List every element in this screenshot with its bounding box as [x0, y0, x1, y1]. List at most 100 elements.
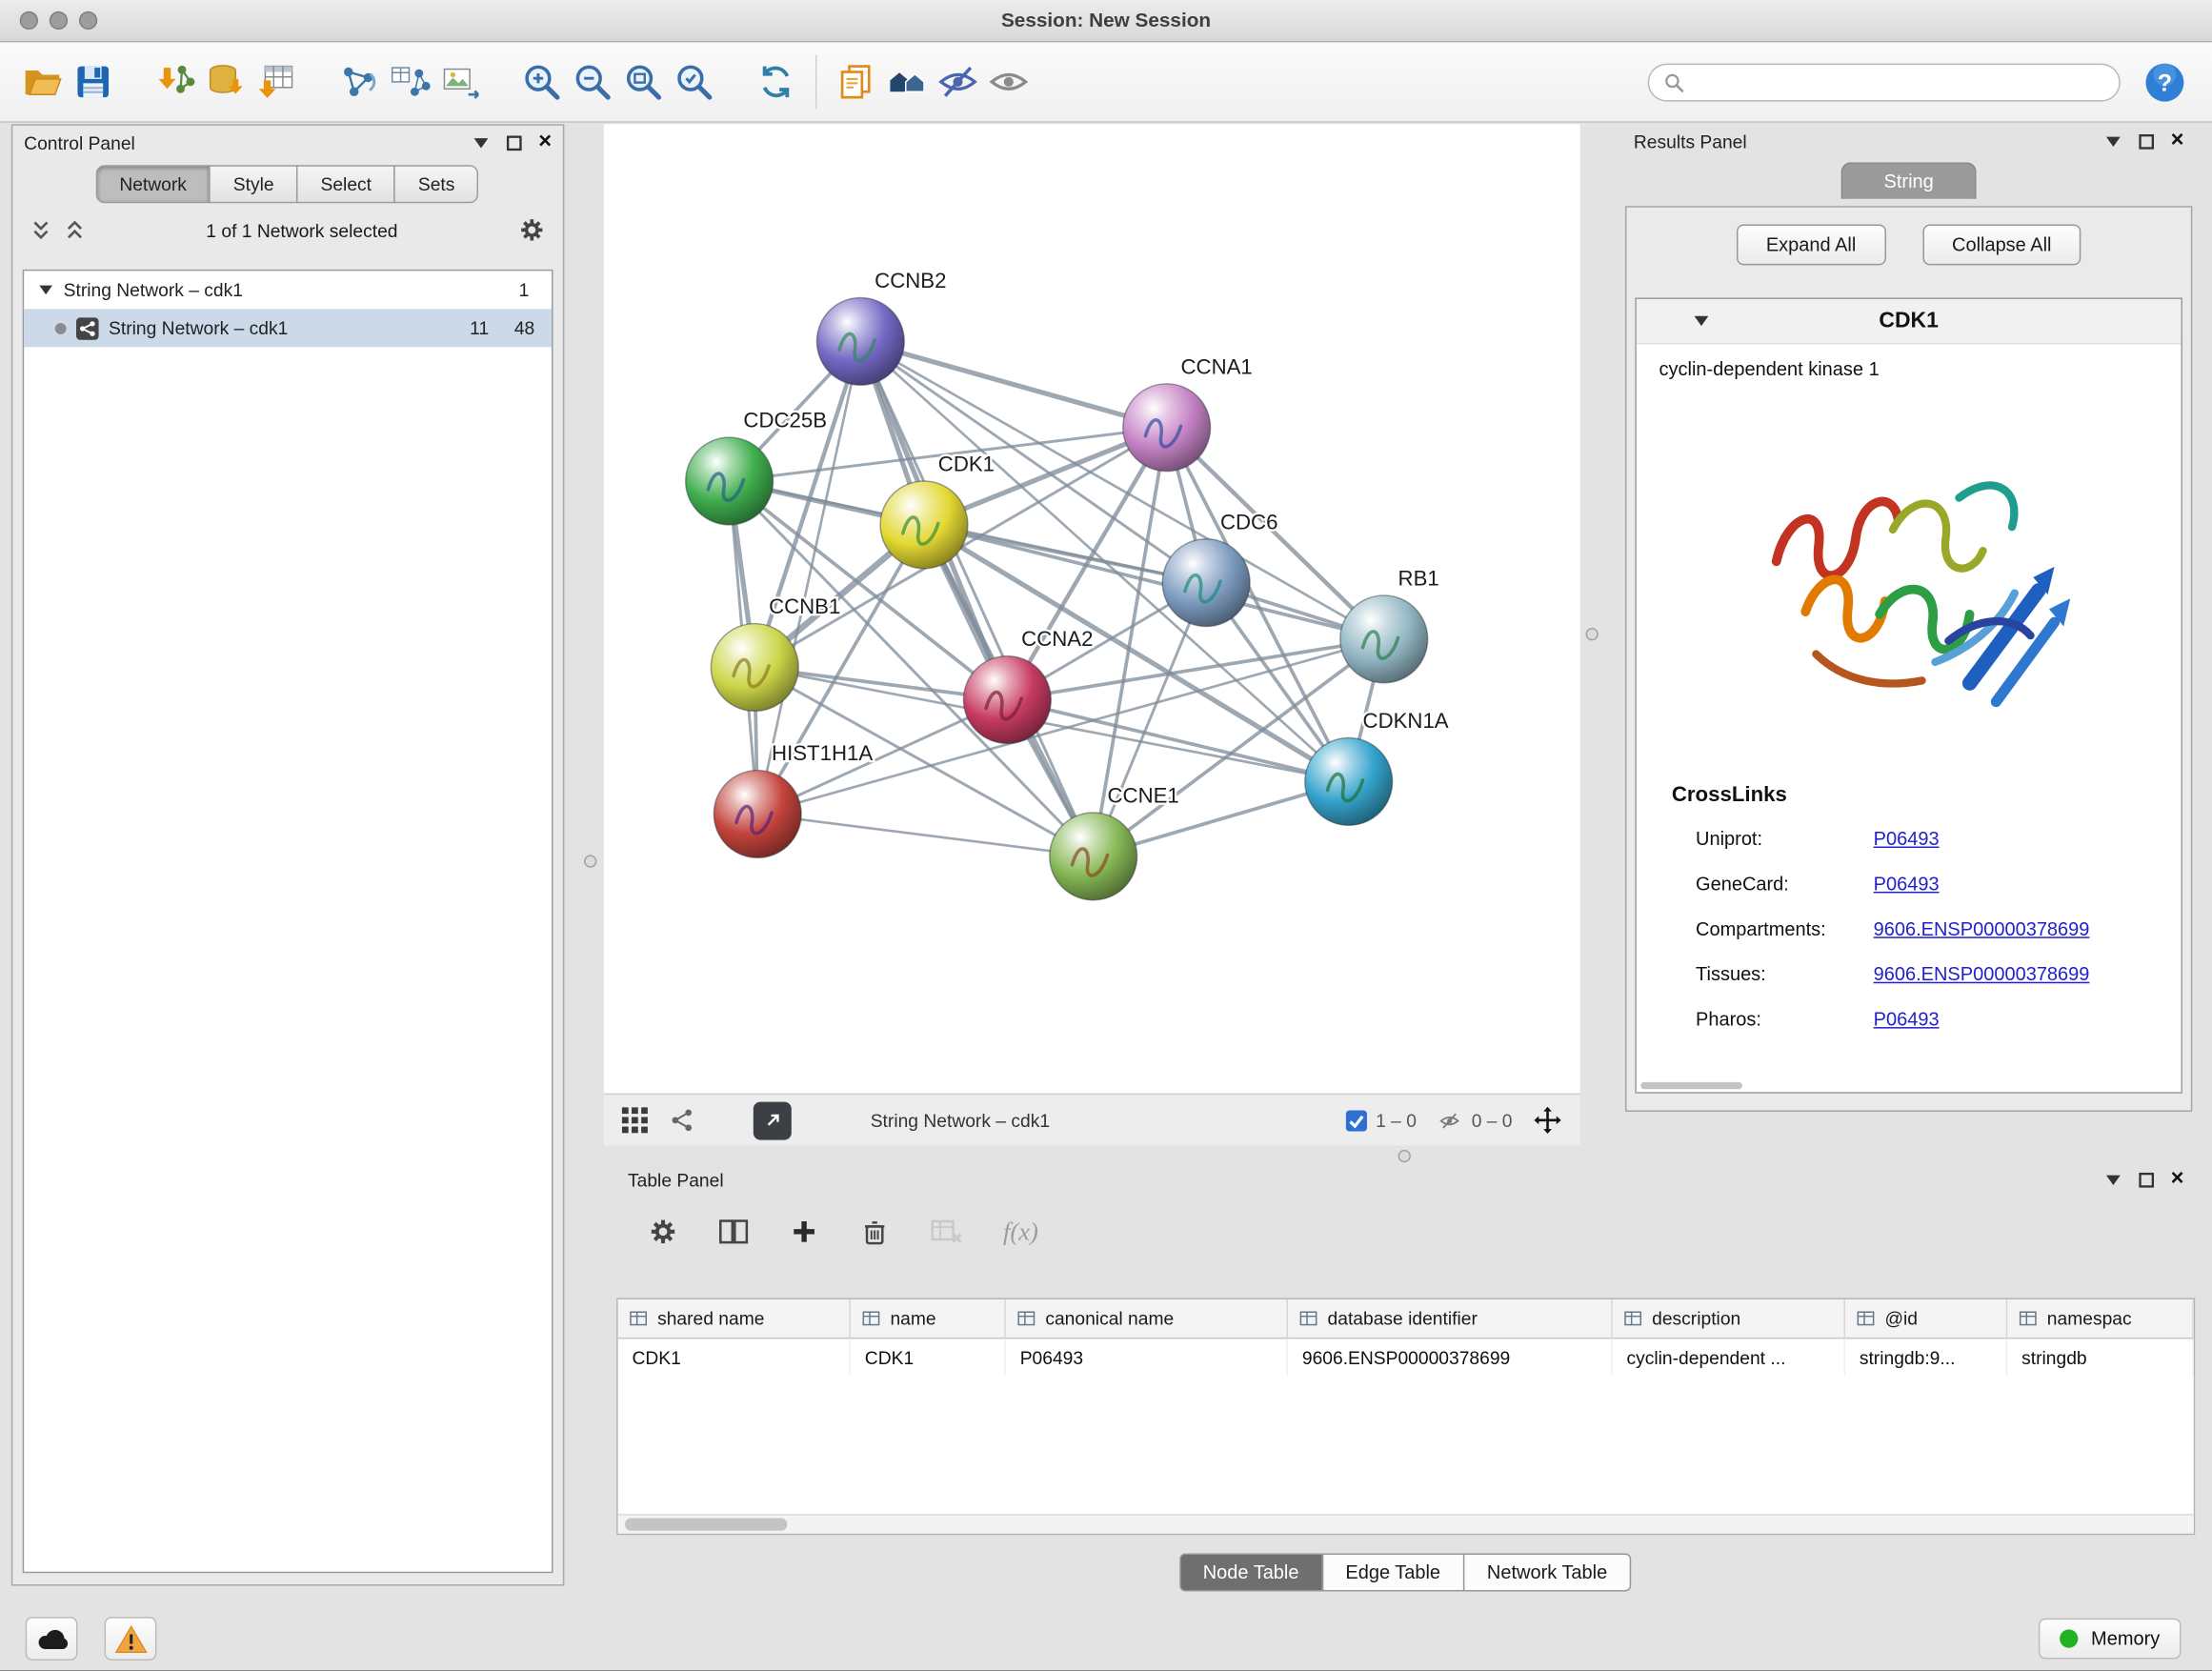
tab-network-table[interactable]: Network Table	[1463, 1553, 1632, 1591]
search-box[interactable]	[1648, 63, 2121, 101]
zoom-selected-button[interactable]	[669, 52, 719, 111]
database-icon	[205, 61, 247, 103]
home-view-button[interactable]	[882, 52, 933, 111]
left-splitter-handle[interactable]	[584, 855, 596, 867]
add-column-icon[interactable]	[789, 1217, 820, 1248]
panel-menu-icon[interactable]	[2104, 134, 2122, 147]
selected-checkbox-icon[interactable]	[1346, 1110, 1367, 1131]
network-edge[interactable]	[757, 814, 1093, 856]
grid-view-icon[interactable]	[621, 1106, 650, 1135]
network-graph[interactable]: CCNB2CCNA1CDC25BCDK1CDC6RB1CCNB1CCNA2CDK…	[604, 124, 1580, 1093]
column-header-description[interactable]: description	[1613, 1299, 1845, 1339]
tab-edge-table[interactable]: Edge Table	[1321, 1553, 1464, 1591]
network-node-CCNA1[interactable]	[1123, 384, 1211, 472]
collapse-protein-icon[interactable]	[1693, 314, 1710, 327]
network-collection-row[interactable]: String Network – cdk1 1	[24, 271, 552, 309]
network-node-HIST1H1A[interactable]	[714, 771, 801, 858]
float-panel-icon[interactable]	[2139, 1172, 2154, 1187]
crosslink-link[interactable]: P06493	[1874, 873, 1940, 894]
column-header-id[interactable]: @id	[1845, 1299, 2007, 1339]
network-row[interactable]: String Network – cdk1 11 48	[24, 309, 552, 347]
tab-string[interactable]: String	[1841, 162, 1977, 199]
bottom-splitter-handle[interactable]	[1398, 1150, 1411, 1162]
expand-all-button[interactable]: Expand All	[1737, 224, 1886, 265]
column-header-canonical-name[interactable]: canonical name	[1006, 1299, 1288, 1339]
tab-network[interactable]: Network	[95, 165, 211, 203]
expand-all-icon[interactable]	[64, 219, 87, 242]
network-view-title: String Network – cdk1	[871, 1110, 1050, 1131]
tab-node-table[interactable]: Node Table	[1179, 1553, 1323, 1591]
crosslink-link[interactable]: 9606.ENSP00000378699	[1874, 963, 2090, 984]
export-image-button[interactable]	[434, 52, 485, 111]
network-node-CDK1[interactable]	[880, 481, 968, 569]
table-row[interactable]: CDK1 CDK1 P06493 9606.ENSP00000378699 cy…	[618, 1339, 2194, 1376]
warnings-button[interactable]	[105, 1617, 157, 1661]
clipboard-button[interactable]	[831, 52, 881, 111]
horizontal-scrollbar-thumb[interactable]	[1640, 1082, 1742, 1089]
right-splitter-handle[interactable]	[1586, 628, 1599, 640]
collapse-all-button[interactable]: Collapse All	[1922, 224, 2081, 265]
crosslink-link[interactable]: P06493	[1874, 828, 1940, 849]
network-from-table-button[interactable]	[384, 52, 434, 111]
show-all-button[interactable]	[983, 52, 1034, 111]
network-from-table-icon	[388, 61, 430, 103]
network-node-CCNE1[interactable]	[1050, 813, 1137, 900]
open-session-button[interactable]	[17, 52, 68, 111]
float-panel-icon[interactable]	[2139, 133, 2154, 149]
apply-layout-button[interactable]	[751, 52, 801, 111]
close-panel-icon[interactable]: ×	[538, 131, 552, 154]
network-node-CDC25B[interactable]	[686, 437, 774, 525]
function-builder-button[interactable]: f(x)	[1003, 1217, 1038, 1246]
network-edge[interactable]	[860, 341, 1093, 856]
search-input[interactable]	[1695, 70, 2105, 93]
share-view-icon[interactable]	[669, 1106, 697, 1135]
new-network-button[interactable]	[332, 52, 383, 111]
column-header-namespace[interactable]: namespac	[2007, 1299, 2193, 1339]
scrollbar-thumb[interactable]	[625, 1518, 787, 1530]
network-node-CCNB2[interactable]	[816, 297, 904, 385]
network-node-CCNB1[interactable]	[711, 624, 798, 712]
network-node-CCNA2[interactable]	[963, 656, 1051, 744]
column-header-database-identifier[interactable]: database identifier	[1288, 1299, 1613, 1339]
cloud-status-button[interactable]	[26, 1617, 78, 1661]
tab-style[interactable]: Style	[210, 165, 298, 203]
network-node-CDC6[interactable]	[1162, 539, 1250, 627]
zoom-out-button[interactable]	[567, 52, 617, 111]
panel-menu-icon[interactable]	[2104, 1173, 2122, 1185]
help-button[interactable]: ?	[2142, 60, 2186, 104]
table-settings-gear-icon[interactable]	[648, 1217, 679, 1248]
network-node-CDKN1A[interactable]	[1305, 738, 1393, 826]
crosslink-link[interactable]: 9606.ENSP00000378699	[1874, 917, 2090, 938]
tree-expand-icon[interactable]	[38, 284, 53, 296]
network-edge[interactable]	[757, 639, 1384, 815]
collapse-all-icon[interactable]	[30, 219, 52, 242]
hide-selected-button[interactable]	[933, 52, 983, 111]
import-network-database-button[interactable]	[200, 52, 251, 111]
pan-crosshair-icon[interactable]	[1532, 1105, 1563, 1137]
network-edge[interactable]	[924, 525, 1384, 639]
zoom-fit-button[interactable]	[618, 52, 669, 111]
column-header-shared-name[interactable]: shared name	[618, 1299, 851, 1339]
import-network-file-button[interactable]	[150, 52, 200, 111]
export-image-icon	[439, 61, 481, 103]
import-table-file-button[interactable]	[251, 52, 302, 111]
delete-column-trash-icon[interactable]	[859, 1217, 891, 1248]
network-node-RB1[interactable]	[1340, 595, 1428, 683]
table-horizontal-scrollbar[interactable]	[618, 1514, 2194, 1534]
save-session-button[interactable]	[68, 52, 118, 111]
select-columns-icon[interactable]	[718, 1217, 750, 1248]
panel-menu-icon[interactable]	[473, 136, 490, 149]
float-panel-icon[interactable]	[506, 134, 521, 150]
tab-sets[interactable]: Sets	[394, 165, 479, 203]
network-canvas[interactable]: CCNB2CCNA1CDC25BCDK1CDC6RB1CCNB1CCNA2CDK…	[604, 124, 1580, 1093]
close-panel-icon[interactable]: ×	[2171, 1168, 2184, 1191]
close-panel-icon[interactable]: ×	[2171, 130, 2184, 152]
memory-button[interactable]: Memory	[2039, 1619, 2181, 1660]
zoom-in-button[interactable]	[516, 52, 567, 111]
gear-icon[interactable]	[517, 216, 546, 245]
crosslink-link[interactable]: P06493	[1874, 1008, 1940, 1029]
tab-select[interactable]: Select	[296, 165, 395, 203]
open-in-new-window-button[interactable]	[754, 1101, 792, 1139]
hidden-eye-icon[interactable]	[1437, 1110, 1463, 1131]
column-header-name[interactable]: name	[851, 1299, 1006, 1339]
